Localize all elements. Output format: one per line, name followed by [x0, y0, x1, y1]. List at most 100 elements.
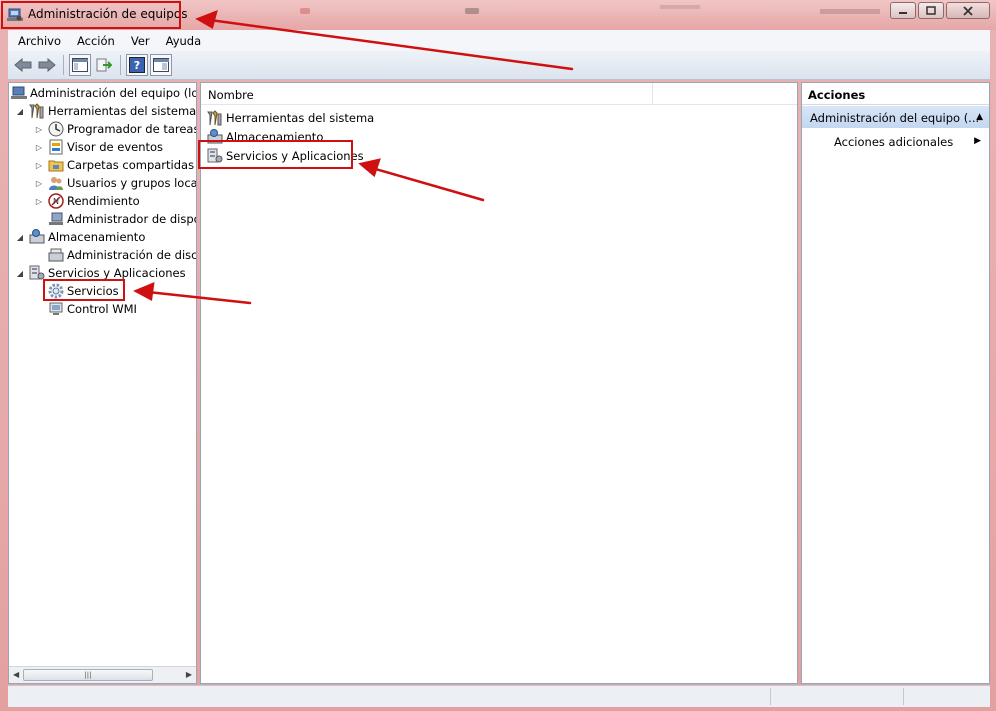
scroll-left-icon[interactable]: ◀	[13, 670, 19, 679]
back-icon	[14, 58, 32, 72]
storage-icon	[29, 229, 45, 244]
properties-icon	[153, 58, 169, 72]
tree-label: Administración de disco	[67, 248, 197, 262]
maximize-icon	[926, 6, 936, 15]
tree-label: Almacenamiento	[48, 230, 146, 244]
tree-label: Usuarios y grupos locale	[67, 176, 197, 190]
menu-ayuda[interactable]: Ayuda	[158, 34, 210, 48]
status-bar	[8, 685, 990, 707]
background-blur	[465, 8, 479, 14]
forward-button[interactable]	[36, 54, 58, 76]
export-list-button[interactable]	[93, 54, 115, 76]
show-hide-tree-icon	[72, 58, 88, 72]
expanded-triangle-icon[interactable]: ◢	[15, 106, 25, 116]
users-icon	[49, 177, 63, 190]
tree-label: Rendimiento	[67, 194, 140, 208]
tree-item-root[interactable]: Administración del equipo (loc	[11, 84, 197, 102]
annotation-highlight-title	[1, 1, 181, 29]
tree-item-system-tools[interactable]: ◢ Herramientas del sistema	[15, 102, 196, 120]
annotation-highlight-services-apps	[198, 140, 353, 169]
properties-button[interactable]	[150, 54, 172, 76]
menu-bar: Archivo Acción Ver Ayuda	[8, 30, 990, 51]
toolbar-separator	[120, 55, 121, 75]
column-divider[interactable]	[652, 83, 653, 105]
expanded-triangle-icon[interactable]: ◢	[15, 268, 25, 278]
more-actions-item[interactable]: Acciones adicionales	[834, 135, 953, 149]
computer-management-window: Administración de equipos Archivo Acción…	[0, 0, 996, 711]
computer-management-icon	[11, 86, 27, 99]
tree-label: Carpetas compartidas	[67, 158, 195, 172]
collapsed-triangle-icon[interactable]: ▷	[34, 160, 44, 170]
results-pane: Nombre Herramientas del sistema Almacena…	[200, 82, 798, 684]
collapsed-triangle-icon[interactable]: ▷	[34, 196, 44, 206]
submenu-arrow-icon: ▶	[974, 136, 981, 146]
tree-item-performance[interactable]: ▷ N Rendimiento	[34, 192, 140, 210]
close-icon	[963, 5, 973, 16]
background-blur	[820, 9, 880, 14]
tree-label: Programador de tareas	[67, 122, 197, 136]
clock-icon	[48, 121, 64, 137]
menu-ver[interactable]: Ver	[123, 34, 158, 48]
menu-accion[interactable]: Acción	[69, 34, 123, 48]
tools-icon	[29, 103, 44, 119]
close-button[interactable]	[946, 2, 990, 19]
wmi-control-icon	[49, 302, 63, 315]
help-icon: ?	[129, 57, 145, 73]
event-viewer-icon	[49, 139, 63, 155]
collapse-up-icon[interactable]: ▲	[976, 112, 983, 122]
horizontal-scrollbar[interactable]: ◀ ||| ▶	[9, 666, 196, 683]
actions-section-computer-management[interactable]: Administración del equipo (... ▲	[802, 106, 989, 128]
tree-item-device-manager[interactable]: Administrador de dispo	[48, 210, 197, 228]
minimize-button[interactable]	[890, 2, 916, 19]
collapsed-triangle-icon[interactable]: ▷	[34, 178, 44, 188]
back-button[interactable]	[12, 54, 34, 76]
shared-folder-icon	[48, 160, 64, 172]
list-item-system-tools[interactable]: Herramientas del sistema	[207, 109, 374, 127]
menu-archivo[interactable]: Archivo	[10, 34, 69, 48]
tree-label: Visor de eventos	[67, 140, 164, 154]
show-hide-tree-button[interactable]	[69, 54, 91, 76]
tree-item-local-users[interactable]: ▷ Usuarios y grupos locale	[34, 174, 197, 192]
collapsed-triangle-icon[interactable]: ▷	[34, 142, 44, 152]
scroll-right-icon[interactable]: ▶	[186, 670, 192, 679]
tree-item-disk-management[interactable]: Administración de disco	[48, 246, 197, 264]
status-divider	[903, 688, 904, 705]
tree-item-wmi-control[interactable]: Control WMI	[48, 300, 137, 318]
device-manager-icon	[49, 212, 63, 225]
minimize-icon	[899, 11, 907, 14]
tree-label: Administración del equipo (loc	[30, 86, 197, 100]
tree-label: Herramientas del sistema	[48, 104, 197, 118]
column-header-name[interactable]: Nombre	[208, 88, 254, 102]
status-divider	[770, 688, 771, 705]
tree-label: Control WMI	[67, 302, 137, 316]
expanded-triangle-icon[interactable]: ◢	[15, 232, 25, 242]
background-blur	[300, 8, 310, 14]
console-tree: Administración del equipo (loc ◢ Herrami…	[8, 82, 197, 684]
help-button[interactable]: ?	[126, 54, 148, 76]
tree-item-event-viewer[interactable]: ▷ Visor de eventos	[34, 138, 163, 156]
tree-item-storage[interactable]: ◢ Almacenamiento	[15, 228, 145, 246]
collapsed-triangle-icon[interactable]: ▷	[34, 124, 44, 134]
maximize-button[interactable]	[918, 2, 944, 19]
tree-item-task-scheduler[interactable]: ▷ Programador de tareas	[34, 120, 197, 138]
column-header: Nombre	[201, 83, 797, 105]
toolbar-separator	[63, 55, 64, 75]
svg-text:?: ?	[134, 59, 140, 72]
list-item-label: Herramientas del sistema	[226, 111, 375, 125]
annotation-highlight-services	[43, 279, 125, 301]
tree-item-shared-folders[interactable]: ▷ Carpetas compartidas	[34, 156, 194, 174]
tools-icon	[207, 110, 222, 126]
scroll-thumb[interactable]: |||	[23, 669, 153, 681]
export-list-icon	[96, 58, 112, 72]
toolbar: ?	[8, 51, 990, 80]
forward-icon	[38, 58, 56, 72]
disk-management-icon	[48, 248, 64, 262]
svg-text:N: N	[53, 197, 59, 206]
actions-section-label: Administración del equipo (...	[810, 111, 980, 125]
background-blur	[660, 5, 700, 9]
actions-pane: Acciones Administración del equipo (... …	[801, 82, 990, 684]
tree-label: Servicios y Aplicaciones	[48, 266, 186, 280]
tree-label: Administrador de dispo	[67, 212, 197, 226]
performance-icon: N	[48, 193, 64, 209]
actions-header: Acciones	[802, 83, 989, 105]
